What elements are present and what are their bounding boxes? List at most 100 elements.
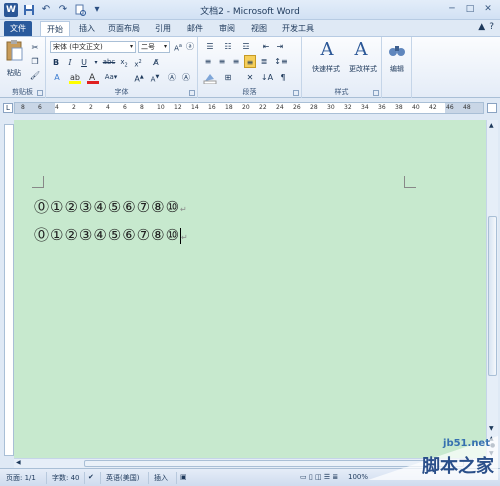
editing-button[interactable]: 编辑 xyxy=(382,63,412,76)
print-layout-icon[interactable]: ▭ xyxy=(300,473,307,481)
fullscreen-reading-icon[interactable]: ▯ xyxy=(309,473,313,481)
vertical-scroll-thumb[interactable] xyxy=(488,216,497,376)
paragraph-launcher-icon[interactable] xyxy=(293,90,299,96)
distributed-icon[interactable]: ≣ xyxy=(258,55,270,68)
shrink-font-icon[interactable]: A▼ xyxy=(148,71,162,84)
status-divider xyxy=(46,472,47,484)
tab-developer[interactable]: 开发工具 xyxy=(278,21,318,36)
font-color-icon[interactable]: A xyxy=(86,71,100,84)
superscript-icon[interactable]: x2 xyxy=(132,56,144,69)
font-size-select[interactable]: 二号 ▾ xyxy=(138,41,170,53)
help-icon[interactable]: ? xyxy=(489,22,494,32)
quick-styles-button[interactable]: 快速样式 xyxy=(304,63,348,76)
font-launcher-icon[interactable] xyxy=(189,90,195,96)
change-styles-button[interactable]: 更改样式 xyxy=(346,63,380,76)
change-styles-icon[interactable]: A xyxy=(348,39,374,61)
ruler-number: 12 xyxy=(174,104,182,111)
close-button[interactable]: ✕ xyxy=(480,2,496,16)
draft-icon[interactable]: ≣ xyxy=(332,473,338,481)
maximize-button[interactable]: □ xyxy=(462,2,478,16)
cut-icon[interactable]: ✂ xyxy=(28,41,42,54)
styles-launcher-icon[interactable] xyxy=(373,90,379,96)
align-right-icon[interactable]: ≡ xyxy=(230,55,242,68)
ruler-number: 28 xyxy=(310,104,318,111)
view-ruler-icon[interactable] xyxy=(487,103,497,113)
minimize-ribbon-icon[interactable]: ▲ xyxy=(478,22,485,32)
strikethrough-icon[interactable]: abc xyxy=(102,56,116,69)
document-page[interactable]: ⓪①②③④⑤⑥⑦⑧⑩↵ ⓪①②③④⑤⑥⑦⑧⑩↵ xyxy=(14,120,486,458)
font-name-select[interactable]: 宋体 (中文正文) ▾ xyxy=(50,41,136,53)
quick-styles-icon[interactable]: A xyxy=(314,39,340,61)
bullets-icon[interactable]: ☰ xyxy=(202,40,218,53)
ruler-number: 32 xyxy=(344,104,352,111)
tab-selector-icon[interactable]: L xyxy=(3,103,13,113)
underline-icon[interactable]: U xyxy=(78,56,90,69)
numbering-icon[interactable]: ☷ xyxy=(220,40,236,53)
status-insert-mode[interactable]: 插入 xyxy=(154,473,168,483)
underline-dropdown-icon[interactable]: ▾ xyxy=(92,56,100,69)
subscript-icon[interactable]: x2 xyxy=(118,56,130,69)
format-painter-icon[interactable]: 🖌 xyxy=(28,69,42,82)
status-word-count[interactable]: 字数: 40 xyxy=(52,473,80,483)
status-divider xyxy=(176,472,177,484)
justify-icon[interactable]: ≡ xyxy=(244,55,256,68)
show-marks-icon[interactable]: ¶ xyxy=(276,71,290,84)
grow-font-icon[interactable]: A▲ xyxy=(132,71,146,84)
char-shading-icon[interactable]: Aa▾ xyxy=(104,71,118,84)
svg-text:ab: ab xyxy=(70,73,80,82)
text-effects-icon[interactable]: A xyxy=(50,71,64,84)
status-language[interactable]: 英语(美国) xyxy=(106,473,139,483)
tab-review[interactable]: 审阅 xyxy=(214,21,240,36)
ruler-number: 16 xyxy=(208,104,216,111)
tab-page-layout[interactable]: 页面布局 xyxy=(104,21,144,36)
italic-icon[interactable]: I xyxy=(64,56,76,69)
web-layout-icon[interactable]: ◫ xyxy=(315,473,322,481)
ruler-number: 20 xyxy=(242,104,250,111)
char-border-icon[interactable]: Ⓐ xyxy=(180,71,192,84)
document-line-2[interactable]: ⓪①②③④⑤⑥⑦⑧⑩↵ xyxy=(34,224,189,245)
paste-icon[interactable] xyxy=(4,39,24,67)
shading-icon[interactable] xyxy=(202,71,218,84)
borders-icon[interactable]: ⊞ xyxy=(220,71,236,84)
scroll-down-icon[interactable]: ▼ xyxy=(489,425,494,432)
outline-icon[interactable]: ☰ xyxy=(324,473,330,481)
scroll-left-icon[interactable]: ◀ xyxy=(16,459,21,466)
change-case-icon[interactable]: Aa xyxy=(172,40,184,53)
ruler-number: 24 xyxy=(276,104,284,111)
minimize-button[interactable]: ─ xyxy=(444,2,460,16)
enclose-char-icon[interactable]: Ⓐ xyxy=(166,71,178,84)
status-page[interactable]: 页面: 1/1 xyxy=(6,473,36,483)
scroll-up-icon[interactable]: ▲ xyxy=(489,122,494,129)
chinese-layout-icon[interactable]: ✕ xyxy=(242,71,258,84)
horizontal-ruler[interactable]: 8 6 4 2 2 4 6 8 10 12 14 16 18 20 22 24 26 28 30 32 34 36 38 40… xyxy=(14,102,484,114)
bold-icon[interactable]: B xyxy=(50,56,62,69)
tab-references[interactable]: 引用 xyxy=(150,21,176,36)
document-line-1[interactable]: ⓪①②③④⑤⑥⑦⑧⑩↵ xyxy=(34,196,188,217)
tab-file[interactable]: 文件 xyxy=(4,21,32,36)
copy-icon[interactable]: ❐ xyxy=(28,55,42,68)
tab-view[interactable]: 视图 xyxy=(246,21,272,36)
phonetic-guide-icon[interactable]: ⓐ xyxy=(184,40,196,53)
tab-home[interactable]: 开始 xyxy=(40,21,70,36)
tab-insert[interactable]: 插入 xyxy=(74,21,100,36)
sort-icon[interactable]: ↓A xyxy=(260,71,274,84)
line-spacing-icon[interactable]: ↕≡ xyxy=(274,55,288,68)
clear-format-icon[interactable]: A̸ xyxy=(150,56,162,69)
decrease-indent-icon[interactable]: ⇤ xyxy=(260,40,272,53)
zoom-level[interactable]: 100% xyxy=(348,473,368,481)
tab-mailings[interactable]: 邮件 xyxy=(182,21,208,36)
macro-record-icon[interactable]: ▣ xyxy=(180,473,187,481)
vertical-scrollbar[interactable]: ▲ ▼ ▲ ● ▼ xyxy=(486,120,498,458)
align-center-icon[interactable]: ≡ xyxy=(216,55,228,68)
paste-button[interactable]: 粘贴 xyxy=(4,67,24,80)
increase-indent-icon[interactable]: ⇥ xyxy=(274,40,286,53)
align-left-icon[interactable]: ≡ xyxy=(202,55,214,68)
proofing-icon[interactable]: ✔ xyxy=(88,473,94,481)
vertical-ruler[interactable] xyxy=(4,124,14,456)
paragraph-group: ☰ ☷ ☲ ⇤ ⇥ ≡ ≡ ≡ ≡ ≣ ↕≡ ⊞ ✕ ↓A ¶ 段落 xyxy=(198,37,302,98)
ruler-number: 4 xyxy=(106,104,110,111)
clipboard-launcher-icon[interactable] xyxy=(37,90,43,96)
highlight-icon[interactable]: ab xyxy=(68,71,82,84)
multilevel-list-icon[interactable]: ☲ xyxy=(238,40,254,53)
find-binoculars-icon[interactable] xyxy=(387,39,407,61)
